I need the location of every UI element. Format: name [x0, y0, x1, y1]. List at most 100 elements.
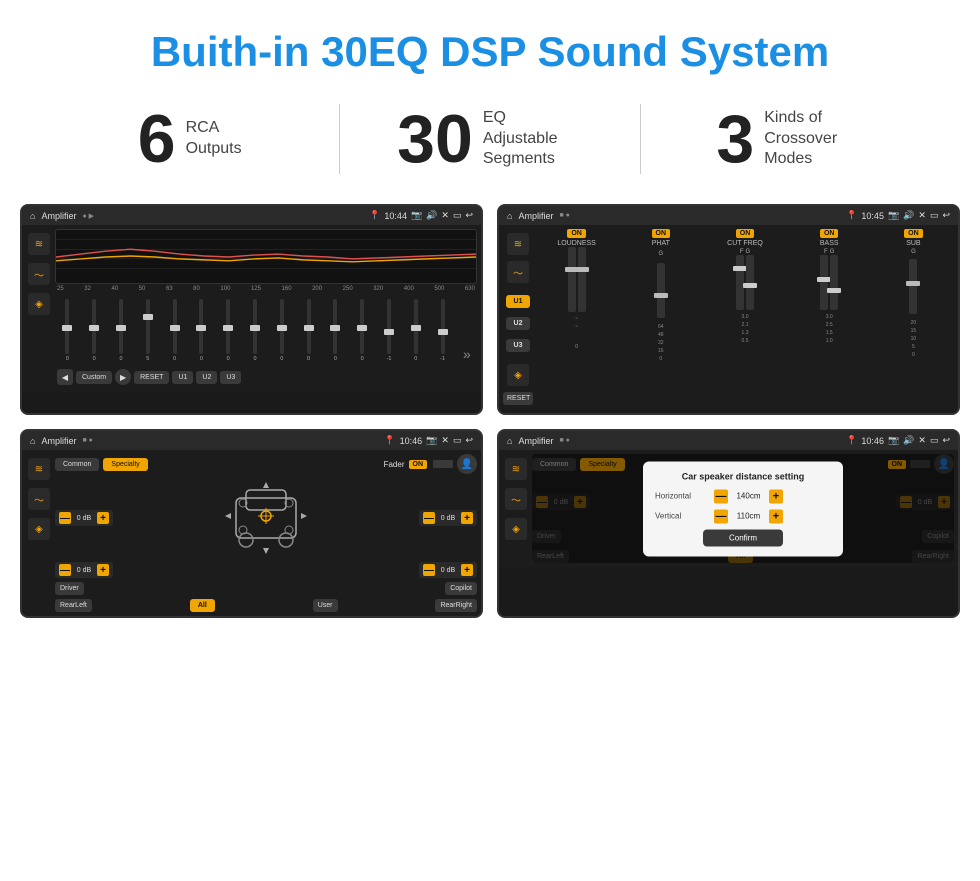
fader-db-value-right-1: 0 dB [437, 515, 459, 522]
crossover-wave-icon[interactable]: 〜 [507, 261, 529, 283]
eq-reset-button[interactable]: RESET [134, 371, 169, 384]
eq-u3-button[interactable]: U3 [220, 371, 241, 384]
crossover-u2-btn[interactable]: U2 [506, 317, 530, 330]
home-icon-2: ⌂ [507, 211, 512, 221]
fader-minus-right-2[interactable]: — [423, 564, 435, 576]
fader-plus-right-1[interactable]: + [461, 512, 473, 524]
loudness-on-badge[interactable]: ON [567, 229, 586, 238]
fader-specialty-tab[interactable]: Specialty [103, 458, 147, 471]
dialog-confirm-button[interactable]: Confirm [703, 529, 783, 546]
eq-speaker-icon[interactable]: ◈ [28, 293, 50, 315]
eq-u1-button[interactable]: U1 [172, 371, 193, 384]
crossover-status-icons: 📍 10:45 📷 🔊 ✕ ▭ ↩ [846, 210, 950, 221]
fader-speaker-icon[interactable]: ◈ [28, 518, 50, 540]
crossover-left-panel: ≋ 〜 U1 U2 U3 ◈ RESET [503, 229, 533, 409]
fader-db-left-1: — 0 dB + [55, 510, 113, 526]
stat-crossover-label: Kinds of Crossover Modes [764, 108, 864, 170]
phat-on-badge[interactable]: ON [652, 229, 671, 238]
stat-crossover-number: 3 [716, 105, 754, 173]
stat-eq-number: 30 [397, 105, 473, 173]
car-diagram [117, 478, 415, 558]
screenshots-grid: ⌂ Amplifier ● ▶ 📍 10:44 📷 🔊 ✕ ▭ ↩ ≋ 〜 ◈ [0, 194, 980, 638]
eq-u2-button[interactable]: U2 [196, 371, 217, 384]
fader-filter-icon[interactable]: ≋ [28, 458, 50, 480]
fader-bottom-row: Driver Copilot [55, 582, 477, 595]
bass-on-badge[interactable]: ON [820, 229, 839, 238]
eq-sliders-area: 0 0 0 5 0 [55, 294, 477, 364]
fader-driver-btn[interactable]: Driver [55, 582, 84, 595]
fader-rearleft-btn[interactable]: RearLeft [55, 599, 92, 612]
eq-slider-5: 0 [162, 299, 187, 362]
dialog-vertical-label: Vertical [655, 512, 710, 521]
crossover-speaker-icon[interactable]: ◈ [507, 364, 529, 386]
dialog-vertical-value: 110cm [731, 512, 766, 521]
distance-filter-icon[interactable]: ≋ [505, 458, 527, 480]
eq-graph [55, 229, 477, 284]
dialog-vertical-plus[interactable]: + [769, 509, 783, 523]
eq-main-panel: 2532405063 80100125160200 25032040050063… [55, 229, 477, 388]
fader-db-value-left-2: 0 dB [73, 567, 95, 574]
crossover-body: ≋ 〜 U1 U2 U3 ◈ RESET ON LOUDNESS [499, 225, 958, 413]
fader-user-btn[interactable]: User [313, 599, 338, 612]
fader-profile-icon[interactable]: 👤 [457, 454, 477, 474]
eq-slider-4: 5 [135, 299, 160, 362]
fader-sidebar: ≋ 〜 ◈ [26, 454, 52, 612]
fader-db-right-2: — 0 dB + [419, 562, 477, 578]
eq-slider-1: 0 [55, 299, 80, 362]
fader-topbar: ⌂ Amplifier ■ ● 📍 10:46 📷 ✕ ▭ ↩ [22, 431, 481, 450]
dialog-horizontal-plus[interactable]: + [769, 489, 783, 503]
fader-minus-right-1[interactable]: — [423, 512, 435, 524]
crossover-app-title: Amplifier [518, 211, 553, 221]
fader-plus-right-2[interactable]: + [461, 564, 473, 576]
cutfreq-on-badge[interactable]: ON [736, 229, 755, 238]
crossover-u1-btn[interactable]: U1 [506, 295, 530, 308]
fader-row-2: — 0 dB + — 0 dB + [55, 562, 477, 578]
eq-prev-button[interactable]: ◀ [57, 369, 73, 385]
fader-screen: ⌂ Amplifier ■ ● 📍 10:46 📷 ✕ ▭ ↩ ≋ 〜 ◈ Co… [20, 429, 483, 618]
dialog-vertical-minus[interactable]: — [714, 509, 728, 523]
fader-plus-left-1[interactable]: + [97, 512, 109, 524]
fader-common-tab[interactable]: Common [55, 458, 99, 471]
eq-slider-3: 0 [109, 299, 134, 362]
eq-sidebar: ≋ 〜 ◈ [26, 229, 52, 388]
sub-on-badge[interactable]: ON [904, 229, 923, 238]
fader-main-panel: Common Specialty Fader ON 👤 — 0 dB + [55, 454, 477, 612]
channel-loudness: ON LOUDNESS ~ ~ 0 [536, 229, 617, 409]
fader-row-1: — 0 dB + [55, 478, 477, 558]
crossover-reset-btn[interactable]: RESET [503, 392, 533, 405]
eq-play-button[interactable]: ▶ [115, 369, 131, 385]
fader-on-badge[interactable]: ON [409, 460, 428, 469]
channel-sub: ON SUB G 20 15 10 5 0 [873, 229, 954, 409]
eq-wave-icon[interactable]: 〜 [28, 263, 50, 285]
distance-main: Common Specialty ON 👤 — 0 dB + [532, 454, 954, 563]
eq-filter-icon[interactable]: ≋ [28, 233, 50, 255]
stat-eq-label: EQ Adjustable Segments [483, 108, 583, 170]
crossover-u3-btn[interactable]: U3 [506, 339, 530, 352]
home-icon: ⌂ [30, 211, 35, 221]
eq-slider-7: 0 [216, 299, 241, 362]
crossover-topbar: ⌂ Amplifier ■ ● 📍 10:45 📷 🔊 ✕ ▭ ↩ [499, 206, 958, 225]
fader-wave-icon[interactable]: 〜 [28, 488, 50, 510]
eq-custom-label: Custom [76, 371, 112, 384]
dialog-horizontal-minus[interactable]: — [714, 489, 728, 503]
crossover-filter-icon[interactable]: ≋ [507, 233, 529, 255]
dialog-horizontal-row: Horizontal — 140cm + [655, 489, 831, 503]
distance-sidebar: ≋ 〜 ◈ [503, 454, 529, 563]
fader-plus-left-2[interactable]: + [97, 564, 109, 576]
stat-divider-2 [640, 104, 641, 174]
fader-copilot-btn[interactable]: Copilot [445, 582, 477, 595]
distance-wave-icon[interactable]: 〜 [505, 488, 527, 510]
fader-all-btn[interactable]: All [190, 599, 215, 612]
eq-body: ≋ 〜 ◈ [22, 225, 481, 392]
sub-label: SUB [906, 240, 920, 247]
eq-slider-15: -1 [430, 299, 455, 362]
eq-scroll-arrows[interactable]: » [457, 346, 477, 362]
fader-bottom-row-2: RearLeft All User RearRight [55, 599, 477, 612]
distance-speaker-icon[interactable]: ◈ [505, 518, 527, 540]
eq-slider-14: 0 [403, 299, 428, 362]
fader-minus-left-1[interactable]: — [59, 512, 71, 524]
fader-rearright-btn[interactable]: RearRight [435, 599, 477, 612]
fader-minus-left-2[interactable]: — [59, 564, 71, 576]
fader-db-value-left-1: 0 dB [73, 515, 95, 522]
fader-db-left-2: — 0 dB + [55, 562, 113, 578]
